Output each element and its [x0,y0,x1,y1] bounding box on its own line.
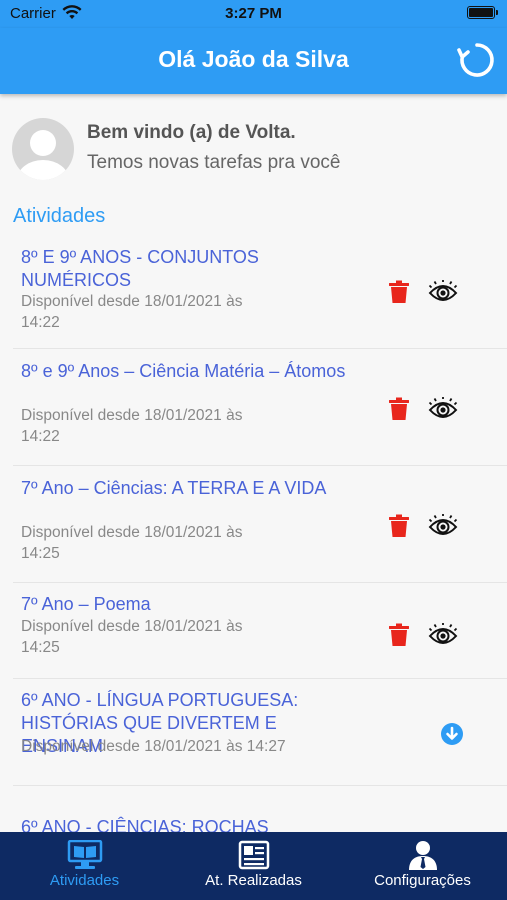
activity-item[interactable]: 8º e 9º Anos – Ciência Matéria – Átomos D… [13,349,507,466]
trash-icon[interactable] [388,514,410,538]
section-title: Atividades [13,205,106,227]
activity-date: Disponível desde 18/01/2021 às 14:25 [21,524,243,562]
trash-icon[interactable] [388,397,410,421]
activity-date: Disponível desde 18/01/2021 às 14:27 [21,738,286,755]
eye-icon[interactable] [428,513,458,538]
battery-icon [467,6,498,19]
activity-title[interactable]: 8º e 9º Anos – Ciência Matéria – Átomos [21,360,361,383]
activity-item[interactable]: 7º Ano – Poema Disponível desde 18/01/202… [13,583,507,679]
tab-bar: Atividades At. Realizadas Configurações [0,832,507,900]
tab-label: At. Realizadas [205,872,302,889]
tab-atividades[interactable]: Atividades [0,832,169,900]
eye-icon[interactable] [428,622,458,647]
tab-at-realizadas[interactable]: At. Realizadas [169,832,338,900]
header-title: Olá João da Silva [158,46,349,72]
activity-date: Disponível desde 18/01/2021 às 14:22 [21,407,243,445]
activity-date: Disponível desde 18/01/2021 às 14:22 [21,293,243,331]
activity-title[interactable]: 7º Ano – Ciências: A TERRA E A VIDA [21,477,361,500]
welcome-title: Bem vindo (a) de Volta. [87,122,296,143]
user-silhouette-icon [17,130,69,180]
monitor-book-icon [67,840,102,869]
activity-list: 8º E 9º ANOS - CONJUNTOS NUMÉRICOS Dispon… [13,236,507,869]
tab-label: Atividades [49,872,120,889]
tab-configuracoes[interactable]: Configurações [338,832,507,900]
welcome-subtitle: Temos novas tarefas pra você [87,152,341,173]
trash-icon[interactable] [388,280,410,304]
activity-date: Disponível desde 18/01/2021 às 14:25 [21,618,243,656]
eye-icon[interactable] [428,279,458,304]
avatar [12,118,74,180]
activity-item[interactable]: 7º Ano – Ciências: A TERRA E A VIDA Dispo… [13,466,507,583]
status-time: 3:27 PM [225,5,282,22]
activity-title[interactable]: 8º E 9º ANOS - CONJUNTOS NUMÉRICOS [21,246,361,292]
user-tie-icon [408,841,437,870]
status-bar: Carrier 3:27 PM [0,0,507,28]
app-header: Olá João da Silva [0,28,507,94]
refresh-icon[interactable] [457,40,497,80]
welcome-banner: Bem vindo (a) de Volta. Temos novas tare… [12,116,492,182]
eye-icon[interactable] [428,396,458,421]
trash-icon[interactable] [388,623,410,647]
tab-label: Configurações [374,872,471,889]
activity-item[interactable]: 6º ANO - LÍNGUA PORTUGUESA: HISTÓRIAS QU… [13,679,507,786]
activity-title[interactable]: 7º Ano – Poema [21,593,361,616]
newspaper-icon [238,840,269,870]
download-icon[interactable] [440,722,464,746]
activity-item[interactable]: 8º E 9º ANOS - CONJUNTOS NUMÉRICOS Dispon… [13,236,507,349]
